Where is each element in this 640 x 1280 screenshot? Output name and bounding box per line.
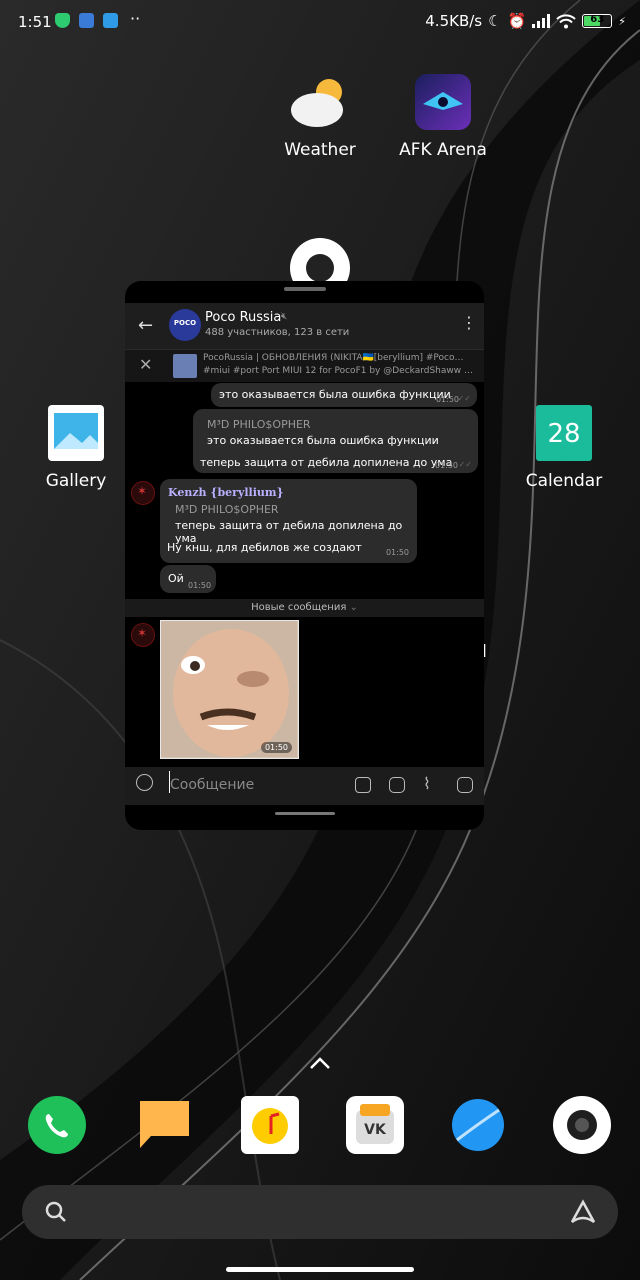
cloud-icon (103, 13, 118, 28)
message-text: Ой (168, 572, 184, 585)
moon-icon: ☾ (488, 12, 502, 30)
chat-title[interactable]: Poco Russia (205, 310, 281, 325)
message-bubble[interactable]: это оказывается была ошибка функции 01:5… (211, 383, 477, 407)
close-icon[interactable]: ✕ (139, 355, 152, 374)
app-calendar[interactable]: 28 Calendar (504, 405, 624, 491)
signal-icon (532, 14, 551, 28)
net-speed: 4.5KB/s (425, 12, 483, 30)
alarm-icon: ⏰ (507, 12, 527, 30)
photo-message[interactable]: 01:50 (160, 620, 299, 759)
message-input-bar: Сообщение ⌇ (125, 767, 484, 805)
battery-indicator: 63 (582, 14, 613, 28)
message-time: 01:50 (188, 581, 212, 590)
instagram-icon[interactable] (457, 777, 473, 793)
new-messages-divider: Новые сообщения ⌄ (125, 599, 484, 617)
message-time: 01:50 (435, 395, 459, 404)
pinned-line2: #miui #port Port MIUI 12 for PocoF1 by @… (203, 366, 473, 376)
charging-icon: ⚡ (618, 14, 626, 28)
pinned-line1: PocoRussia | ОБНОВЛЕНИЯ (NIKITA🇺🇦[beryll… (203, 353, 464, 363)
search-icon (45, 1201, 66, 1222)
message-text: Ну кнш, для дебилов же создают (167, 541, 362, 554)
recent-app-card[interactable]: ← POCO Poco Russia 🔇︎ 488 участников, 12… (125, 281, 484, 830)
attach-icon[interactable]: ⌇ (423, 774, 431, 793)
emoji-icon[interactable] (136, 774, 153, 791)
mute-icon: 🔇︎ (281, 311, 288, 322)
app-gallery[interactable]: Gallery (16, 405, 136, 491)
calendar-date: 28 (547, 419, 581, 449)
photo-image (161, 621, 297, 757)
shield-icon (55, 13, 70, 28)
camera-icon[interactable] (553, 1096, 611, 1154)
camera-icon[interactable] (389, 777, 405, 793)
message-bubble[interactable]: Kenzh {beryllium} M³D PHILO$OPHER теперь… (160, 479, 417, 563)
avatar[interactable]: ✶ (131, 481, 155, 505)
message-time: 01:50 (434, 461, 458, 470)
svg-text:VK: VK (364, 1122, 387, 1138)
music-icon[interactable] (241, 1096, 299, 1154)
chevron-down-icon: ⌄ (349, 602, 358, 613)
afk-arena-icon (415, 74, 471, 130)
read-check-icon: ✓✓ (457, 394, 471, 403)
new-messages-label: Новые сообщения (251, 602, 347, 613)
avatar[interactable]: ✶ (131, 623, 155, 647)
vk-app-icon[interactable]: VK (346, 1096, 404, 1154)
wifi-icon (556, 13, 576, 28)
calendar-icon: 28 (536, 405, 592, 461)
back-arrow-icon[interactable]: ← (138, 315, 153, 336)
message-author: Kenzh {beryllium} (168, 486, 284, 499)
assistant-icon[interactable] (568, 1198, 598, 1226)
home-indicator[interactable] (226, 1267, 414, 1272)
app-label: AFK Arena (399, 140, 487, 160)
app-afk-arena[interactable]: AFK Arena (383, 74, 503, 160)
battery-percent: 63 (590, 14, 605, 25)
pinned-message-bar[interactable]: ✕ PocoRussia | ОБНОВЛЕНИЯ (NIKITA🇺🇦[bery… (125, 349, 484, 382)
app-weather[interactable]: Weather (260, 74, 380, 160)
more-notifications-icon: ·· (130, 9, 141, 28)
notification-app-icon (79, 13, 94, 28)
card-nav-bar (275, 812, 335, 815)
chat-header: ← POCO Poco Russia 🔇︎ 488 участников, 12… (125, 303, 484, 349)
message-input[interactable]: Сообщение (170, 777, 254, 793)
phone-icon[interactable] (28, 1096, 86, 1154)
chat-subtitle: 488 участников, 123 в сети (205, 327, 350, 338)
gallery-icon (48, 405, 104, 461)
status-right: 4.5KB/s ☾ ⏰ 63 ⚡ (425, 12, 626, 30)
message-text: это оказывается была ошибка функции (219, 388, 451, 401)
bot-command-icon[interactable] (355, 777, 371, 793)
app-label: Gallery (45, 471, 107, 491)
avatar[interactable]: POCO (169, 309, 201, 341)
forward-author: M³D PHILO$OPHER (175, 503, 279, 516)
pinned-thumbnail (173, 354, 197, 378)
forward-text: это оказывается была ошибка функции (207, 434, 439, 447)
forward-author: M³D PHILO$OPHER (207, 418, 311, 431)
read-check-icon: ✓✓ (458, 460, 472, 469)
message-bubble[interactable]: Ой 01:50 (160, 565, 216, 593)
more-menu-icon[interactable]: ⋮ (461, 313, 477, 332)
status-bar: 1:51 ·· 4.5KB/s ☾ ⏰ 63 ⚡ (0, 0, 640, 44)
card-handle[interactable] (284, 287, 326, 291)
status-time: 1:51 (18, 13, 52, 31)
messages-icon[interactable] (137, 1096, 195, 1154)
app-label: Calendar (525, 471, 603, 491)
app-label: Weather (284, 140, 356, 160)
message-bubble[interactable]: M³D PHILO$OPHER это оказывается была оши… (193, 409, 478, 473)
search-bar[interactable] (22, 1185, 618, 1239)
message-time: 01:50 (385, 548, 409, 557)
message-time: 01:50 (260, 742, 292, 753)
chevron-up-icon[interactable] (308, 1052, 332, 1077)
browser-icon[interactable] (449, 1096, 507, 1154)
message-text: теперь защита от дебила допилена до ума (200, 456, 453, 469)
weather-icon (291, 74, 348, 130)
